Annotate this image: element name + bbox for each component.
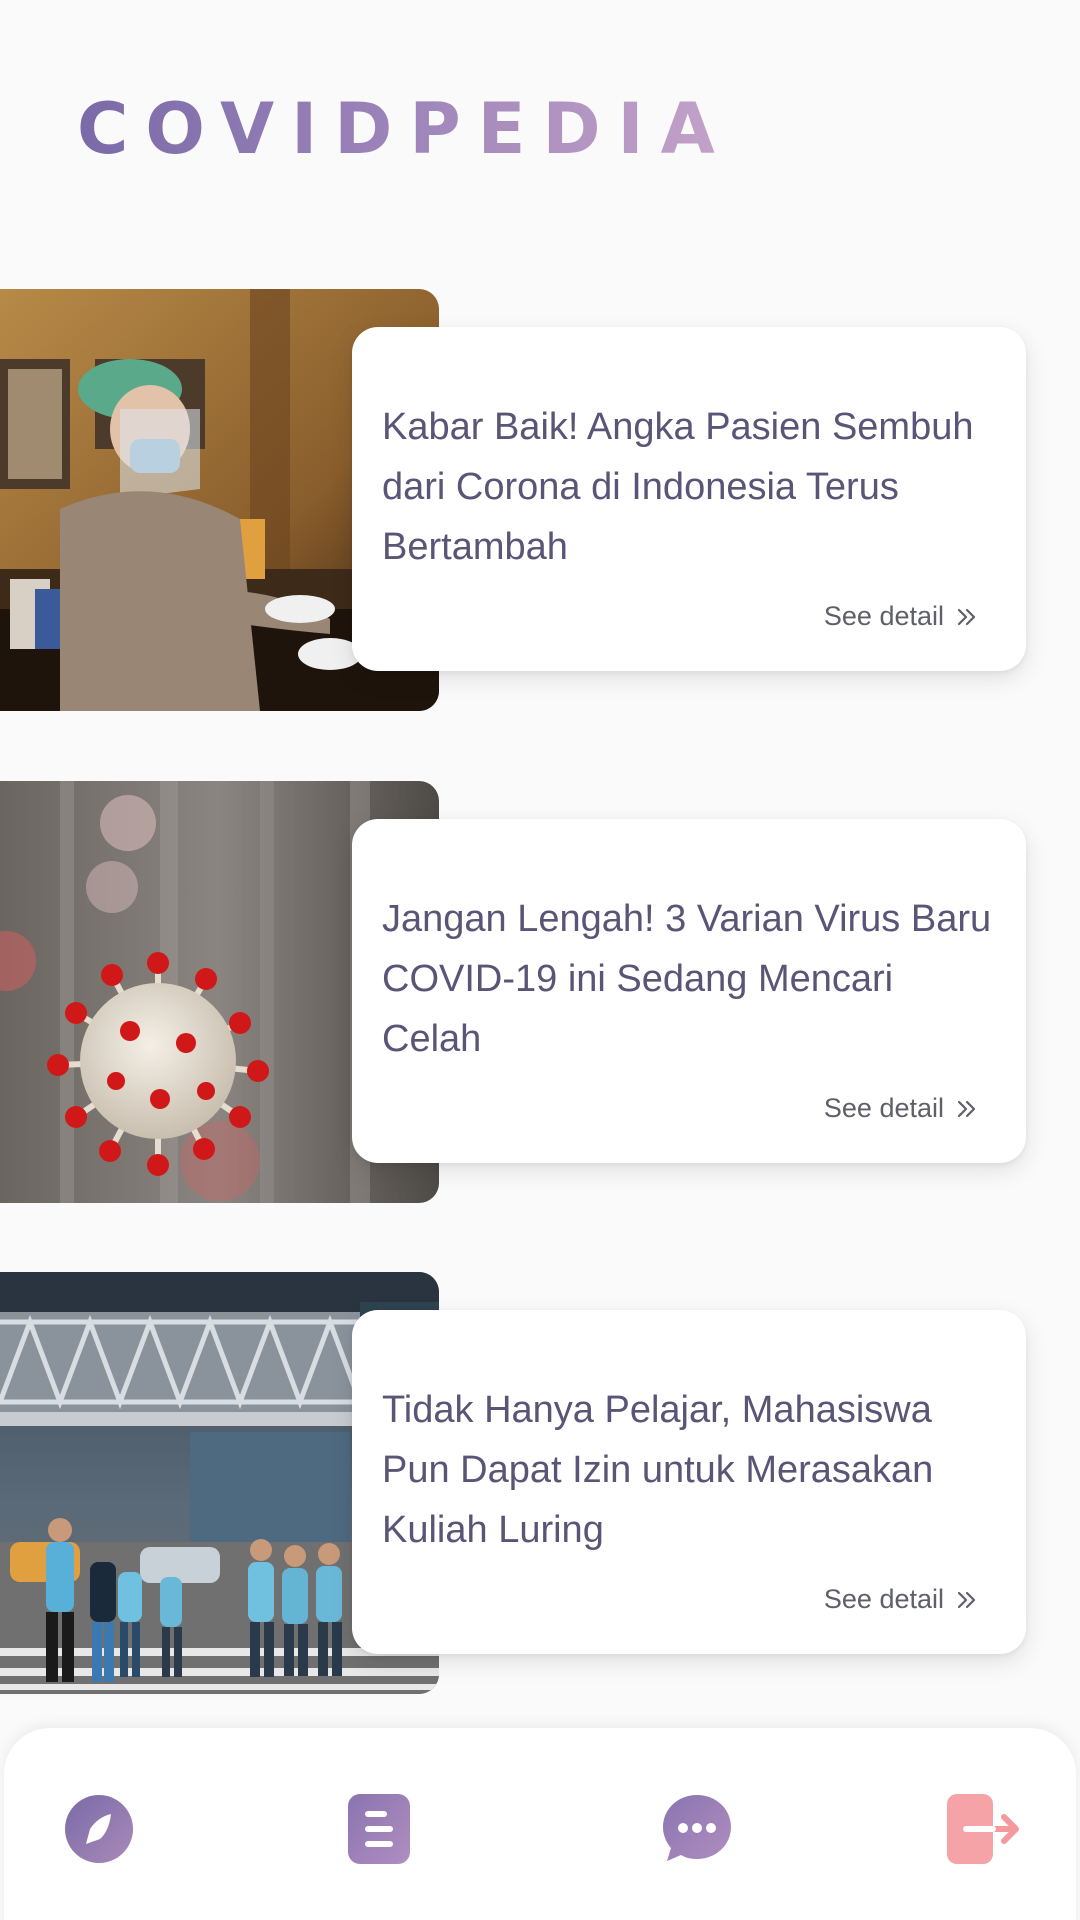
app-title: COVIDPEDIA	[77, 88, 732, 170]
news-card[interactable]: Jangan Lengah! 3 Varian Virus Baru COVID…	[352, 819, 1026, 1163]
see-detail-label: See detail	[823, 1093, 944, 1123]
logout-icon	[947, 1794, 1019, 1864]
see-detail-label: See detail	[823, 601, 944, 631]
see-detail-link[interactable]: See detail	[824, 601, 978, 632]
bottom-navigation-bar	[4, 1728, 1076, 1920]
news-card[interactable]: Tidak Hanya Pelajar, Mahasiswa Pun Dapat…	[352, 1310, 1026, 1654]
news-card[interactable]: Kabar Baik! Angka Pasien Sembuh dari Cor…	[352, 327, 1026, 671]
double-chevron-right-icon	[957, 1591, 976, 1608]
nav-articles-button[interactable]	[334, 1784, 424, 1874]
see-detail-label: See detail	[823, 1584, 944, 1614]
chat-icon	[663, 1795, 731, 1861]
news-title[interactable]: Tidak Hanya Pelajar, Mahasiswa Pun Dapat…	[382, 1380, 1002, 1560]
see-detail-link[interactable]: See detail	[824, 1093, 978, 1124]
news-item[interactable]: Tidak Hanya Pelajar, Mahasiswa Pun Dapat…	[0, 1272, 1080, 1694]
article-icon	[348, 1794, 410, 1864]
news-title[interactable]: Kabar Baik! Angka Pasien Sembuh dari Cor…	[382, 397, 1002, 577]
nav-logout-button[interactable]	[939, 1784, 1029, 1874]
compass-icon	[65, 1795, 133, 1863]
news-item[interactable]: Jangan Lengah! 3 Varian Virus Baru COVID…	[0, 781, 1080, 1203]
news-title[interactable]: Jangan Lengah! 3 Varian Virus Baru COVID…	[382, 889, 1002, 1069]
double-chevron-right-icon	[957, 1100, 976, 1117]
news-item[interactable]: Kabar Baik! Angka Pasien Sembuh dari Cor…	[0, 289, 1080, 711]
double-chevron-right-icon	[957, 608, 976, 625]
nav-chat-button[interactable]	[652, 1784, 742, 1874]
see-detail-link[interactable]: See detail	[824, 1584, 978, 1615]
nav-explore-button[interactable]	[54, 1784, 144, 1874]
news-screen: COVIDPEDIA Kabar Baik! Angka Pasien Semb…	[0, 0, 1080, 1920]
